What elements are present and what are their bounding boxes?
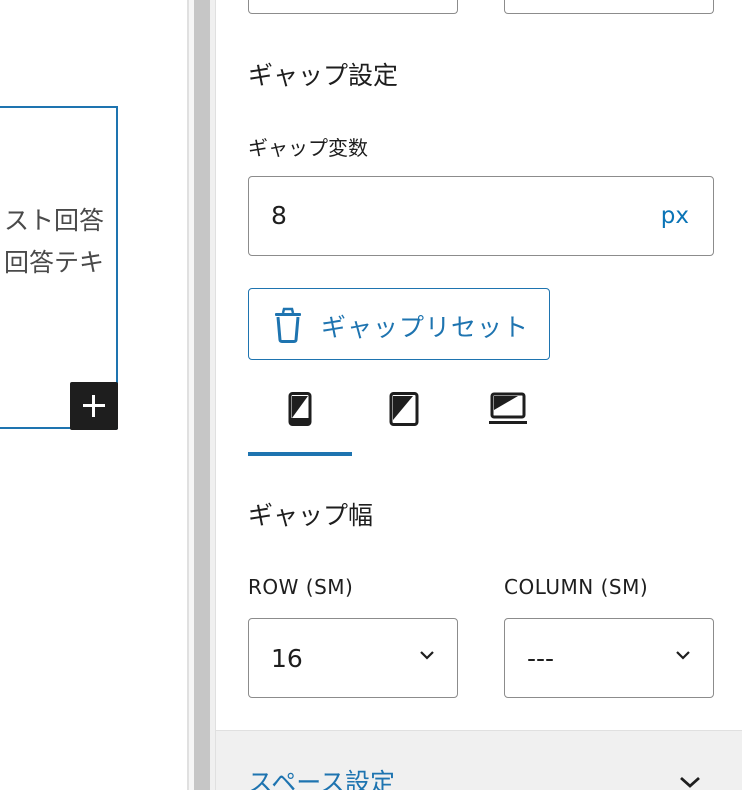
tablet-icon [389,392,419,426]
row-gap-value: 16 [271,644,303,673]
add-block-button[interactable] [70,382,118,430]
trash-icon [275,307,301,343]
space-settings-title[interactable]: スペース設定 [248,763,395,790]
chevron-down-icon [420,651,434,660]
gap-variable-input[interactable]: 8 px [248,176,714,256]
gap-variable-value[interactable]: 8 [271,201,287,230]
mobile-icon [288,392,312,426]
column-label: COLUMN (SM) [504,575,649,599]
tab-desktop[interactable] [456,378,560,456]
tab-tablet[interactable] [352,378,456,456]
block-text-line: 回答テキ [3,248,104,277]
column-gap-value: --- [527,644,555,673]
block-text-line: スト回答 [3,206,104,235]
scrollbar[interactable] [194,0,210,790]
tab-mobile[interactable] [248,378,352,456]
settings-sidebar: ギャップ設定 ギャップ変数 8 px ギャップリセット ギャップ幅 ROW (S… [216,0,742,790]
chevron-down-icon [676,651,690,660]
chevron-down-icon[interactable] [678,775,702,789]
space-settings-panel[interactable]: スペース設定 [216,730,742,790]
previous-field-left[interactable] [248,0,458,14]
block-text: スト回答 回答テキ [4,200,104,284]
gap-settings-heading: ギャップ設定 [248,61,399,90]
row-gap-select[interactable]: 16 [248,618,458,698]
column-gap-select[interactable]: --- [504,618,714,698]
selected-block[interactable]: スト回答 回答テキ [0,106,118,429]
editor-canvas: スト回答 回答テキ [0,0,187,790]
gap-reset-button[interactable]: ギャップリセット [248,288,550,360]
gap-unit-selector[interactable]: px [661,203,689,229]
gap-variable-label: ギャップ変数 [248,136,368,160]
previous-field-right[interactable] [504,0,714,14]
gap-reset-label: ギャップリセット [321,313,530,342]
laptop-icon [489,392,527,424]
row-label: ROW (SM) [248,575,354,599]
gap-width-heading: ギャップ幅 [248,501,374,530]
